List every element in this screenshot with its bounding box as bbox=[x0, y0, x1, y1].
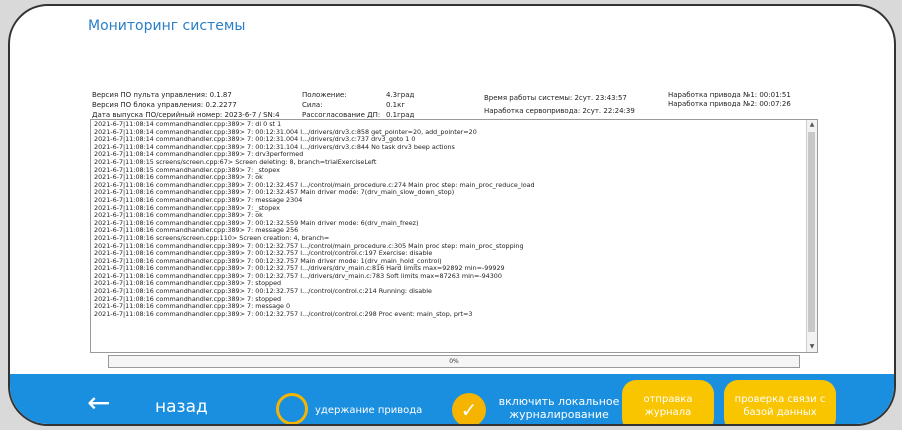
send-log-button[interactable]: отправка журнала bbox=[622, 380, 714, 424]
progress-bar: 0% bbox=[108, 355, 800, 368]
page-title: Мониторинг системы bbox=[88, 18, 246, 34]
info-group-versions: Версия ПО пульта управления: 0.1.87 Верс… bbox=[92, 90, 280, 120]
info-group-values: 4.3град 0.1кг 0.1град bbox=[386, 90, 414, 120]
back-button[interactable]: назад bbox=[155, 397, 208, 417]
log-panel[interactable]: 2021-6-7|11:08:14 commandhandler.cpp:389… bbox=[90, 119, 818, 353]
drive2-runtime: Наработка привода №2: 00:07:26 bbox=[668, 100, 791, 108]
scroll-up-icon[interactable]: ▲ bbox=[807, 120, 817, 130]
scroll-thumb[interactable] bbox=[808, 132, 815, 332]
db-check-button[interactable]: проверка связи с базой данных bbox=[724, 380, 836, 424]
monitoring-screen: Мониторинг системы Версия ПО пульта упра… bbox=[80, 6, 856, 424]
hold-label: удержание привода bbox=[315, 405, 423, 416]
back-arrow-icon[interactable]: ← bbox=[87, 389, 110, 417]
db-check-label: проверка связи с базой данных bbox=[734, 394, 826, 418]
position-label: Положение: bbox=[302, 91, 347, 99]
log-lines: 2021-6-7|11:08:14 commandhandler.cpp:389… bbox=[91, 120, 817, 319]
progress-text: 0% bbox=[449, 358, 459, 365]
force-value: 0.1кг bbox=[386, 101, 406, 109]
uptime: Время работы системы: 2сут. 23:43:57 bbox=[484, 94, 627, 102]
servo-runtime: Наработка сервопривода: 2сут. 22:24:39 bbox=[484, 107, 635, 115]
force-label: Сила: bbox=[302, 101, 323, 109]
scroll-down-icon[interactable]: ▼ bbox=[807, 342, 817, 352]
remote-fw-version: Версия ПО пульта управления: 0.1.87 bbox=[92, 91, 232, 99]
device-frame: Мониторинг системы Версия ПО пульта упра… bbox=[8, 4, 896, 426]
check-icon[interactable]: ✓ bbox=[452, 393, 486, 424]
log-scrollbar[interactable]: ▲ ▼ bbox=[806, 120, 817, 352]
info-group-labels: Положение: Сила: Рассогласование ДП: bbox=[302, 90, 380, 120]
block-fw-version: Версия ПО блока управления: 0.2.2277 bbox=[92, 101, 237, 109]
log-line: 2021-6-7|11:08:16 commandhandler.cpp:389… bbox=[94, 309, 473, 318]
hold-toggle[interactable] bbox=[276, 393, 308, 424]
local-log-label: включить локальное журналирование bbox=[498, 395, 620, 421]
send-log-label: отправка журнала bbox=[643, 394, 693, 418]
position-value: 4.3град bbox=[386, 91, 415, 99]
